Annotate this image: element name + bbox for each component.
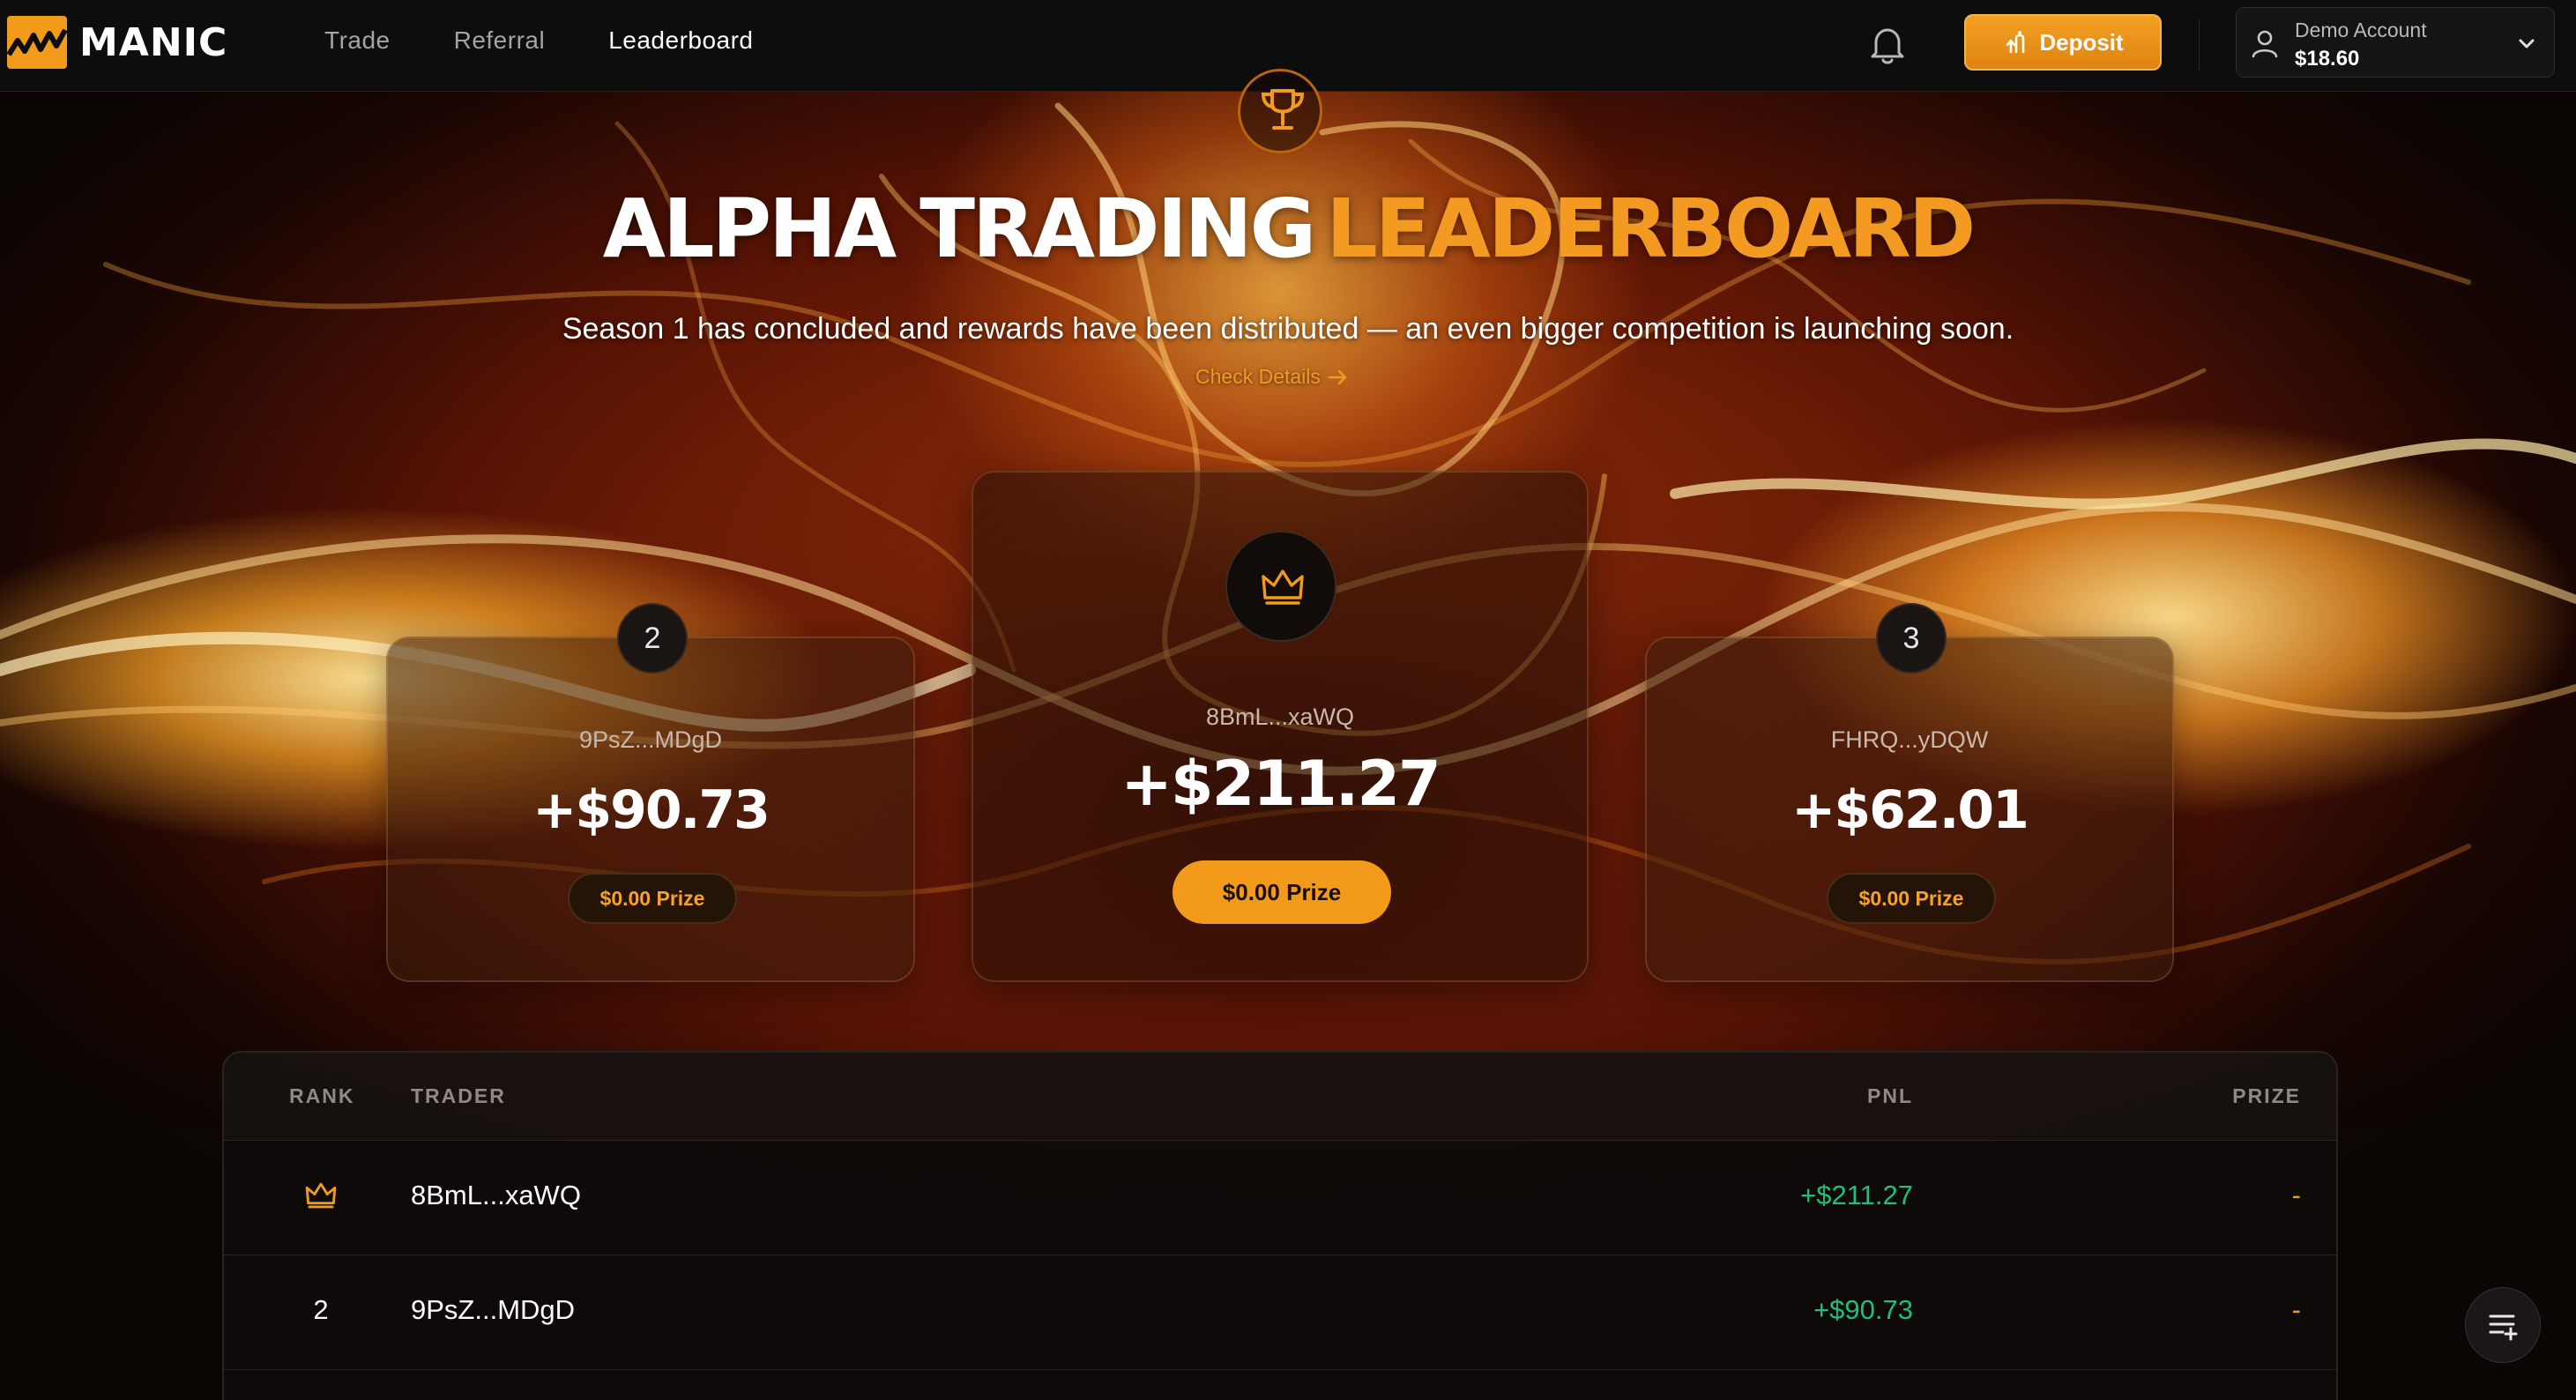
pnl-value: +$211.27	[1120, 748, 1441, 820]
trophy-badge	[1238, 69, 1322, 153]
chevron-down-icon	[2519, 39, 2535, 48]
row-prize: -	[2291, 1180, 2301, 1210]
column-header-prize: PRIZE	[2232, 1084, 2301, 1107]
deposit-button-label: Deposit	[2039, 28, 2124, 56]
brand-logo[interactable]: MANIC	[7, 16, 227, 69]
account-label: Demo Account	[2295, 19, 2427, 41]
column-header-trader: TRADER	[411, 1084, 506, 1107]
leaderboard-table: RANK TRADER PNL PRIZE 8BmL...xaWQ +$211.…	[222, 1051, 2338, 1400]
account-balance: $18.60	[2295, 47, 2360, 71]
pnl-value: +$62.01	[1791, 779, 2029, 841]
main-nav: Trade Referral Leaderboard	[324, 26, 754, 55]
trophy-icon	[1261, 89, 1305, 130]
podium-card-first: 8BmL...xaWQ +$211.27 $0.00 Prize	[972, 471, 1589, 982]
title-orange-part: LEADERBOARD	[1326, 182, 1976, 276]
deposit-button[interactable]: Deposit	[1964, 14, 2162, 71]
rank-badge: 2	[617, 603, 688, 674]
check-details-label: Check Details	[1195, 365, 1321, 388]
pnl-value: +$90.73	[532, 779, 771, 841]
row-trader: 8BmL...xaWQ	[411, 1180, 581, 1210]
row-rank: 2	[313, 1294, 329, 1325]
deposit-icon	[2006, 31, 2025, 54]
table-row[interactable]: 2 9PsZ...MDgD +$90.73 -	[224, 1255, 2336, 1370]
list-filter-icon	[2489, 1314, 2518, 1341]
account-selector[interactable]: Demo Account $18.60	[2236, 7, 2555, 78]
column-header-rank: RANK	[289, 1084, 355, 1107]
list-settings-button[interactable]	[2465, 1287, 2541, 1363]
logo-text: MANIC	[79, 19, 228, 65]
crown-icon	[1262, 570, 1304, 605]
row-pnl: +$90.73	[1813, 1294, 1913, 1325]
trader-address: 8BmL...xaWQ	[1205, 704, 1355, 730]
row-trader: 9PsZ...MDgD	[411, 1294, 576, 1325]
trader-address: FHRQ...yDQW	[1830, 726, 1989, 753]
row-prize: -	[2291, 1294, 2301, 1325]
column-header-pnl: PNL	[1867, 1084, 1913, 1107]
nav-trade[interactable]: Trade	[324, 26, 391, 55]
season-notice: Season 1 has concluded and rewards have …	[562, 312, 2014, 346]
nav-leaderboard[interactable]: Leaderboard	[608, 26, 753, 55]
nav-referral[interactable]: Referral	[454, 26, 546, 55]
podium-card-third: 3 FHRQ...yDQW +$62.01 $0.00 Prize	[1645, 603, 2174, 982]
row-pnl: +$211.27	[1800, 1180, 1913, 1210]
table-header: RANK TRADER PNL PRIZE	[224, 1053, 2336, 1141]
prize-badge: $0.00 Prize	[1173, 860, 1391, 924]
crown-badge	[1225, 531, 1336, 642]
crown-icon	[305, 1182, 337, 1209]
check-details-link[interactable]: Check Details	[1195, 365, 1349, 389]
title-white-part: ALPHA TRADING	[602, 182, 1316, 276]
user-icon	[2252, 30, 2278, 58]
page-title: ALPHA TRADING LEADERBOARD	[0, 182, 2576, 276]
rank-badge: 3	[1876, 603, 1947, 674]
podium-card-second: 2 9PsZ...MDgD +$90.73 $0.00 Prize	[386, 603, 915, 982]
notification-bell-icon[interactable]	[1865, 23, 1910, 67]
trader-address: 9PsZ...MDgD	[578, 726, 723, 753]
arrow-right-icon	[1328, 369, 1347, 384]
logo-mark-icon	[7, 16, 67, 69]
prize-badge: $0.00 Prize	[568, 873, 737, 924]
prize-badge: $0.00 Prize	[1827, 873, 1996, 924]
table-row[interactable]: 8BmL...xaWQ +$211.27 -	[224, 1141, 2336, 1255]
header-divider	[2199, 19, 2200, 71]
